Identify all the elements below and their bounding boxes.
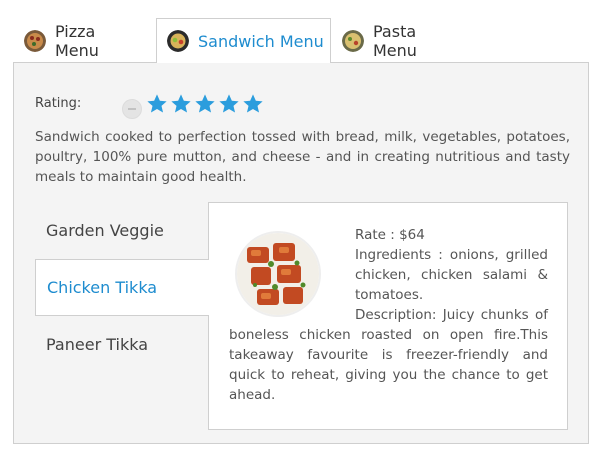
list-item-garden-veggie[interactable]: Garden Veggie <box>35 202 209 259</box>
star-icon[interactable] <box>146 93 168 115</box>
rating-label: Rating: <box>35 96 82 111</box>
star-icon[interactable] <box>194 93 216 115</box>
item-description: Description: Juicy chunks of boneless ch… <box>229 307 548 403</box>
pizza-icon <box>24 29 46 52</box>
tab-pasta-menu[interactable]: Pasta Menu <box>342 18 417 63</box>
sandwich-icon <box>167 30 189 52</box>
tab-pizza-menu[interactable]: Pizza Menu <box>24 18 99 63</box>
tab-content-panel: Rating: Sandwich cooked to perfection to… <box>13 62 589 444</box>
tab-sandwich-label: Sandwich Menu <box>198 31 324 51</box>
tab-pizza-label: Pizza Menu <box>55 21 99 60</box>
item-detail-content: Rate : $64 Ingredients : onions, grilled… <box>229 225 548 405</box>
list-item-label: Chicken Tikka <box>47 278 158 297</box>
menu-description: Sandwich cooked to perfection tossed wit… <box>35 129 570 185</box>
pasta-icon <box>342 29 364 52</box>
star-icon[interactable] <box>218 93 240 115</box>
star-icon[interactable] <box>170 93 192 115</box>
list-item-paneer-tikka[interactable]: Paneer Tikka <box>35 316 209 373</box>
list-item-label: Garden Veggie <box>46 221 164 240</box>
list-item-chicken-tikka[interactable]: Chicken Tikka <box>35 259 209 316</box>
item-detail-card: Rate : $64 Ingredients : onions, grilled… <box>208 202 568 430</box>
rating-stars <box>146 93 266 115</box>
rating-row: Rating: <box>35 93 575 123</box>
chicken-tikka-image <box>235 231 321 317</box>
tab-pasta-label: Pasta Menu <box>373 21 417 60</box>
star-icon[interactable] <box>242 93 264 115</box>
list-item-label: Paneer Tikka <box>46 335 149 354</box>
tab-sandwich-menu[interactable]: Sandwich Menu <box>156 18 331 63</box>
rating-reset-button[interactable] <box>122 99 142 119</box>
